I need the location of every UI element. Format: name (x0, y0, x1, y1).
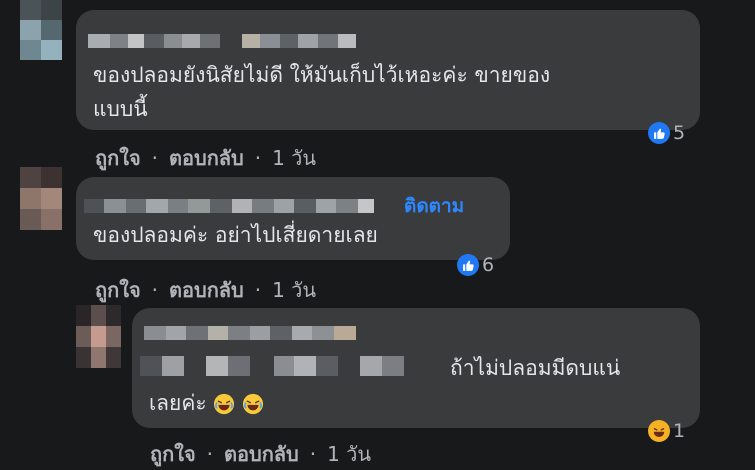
commenter-name-redacted[interactable] (144, 326, 356, 340)
commenter-avatar[interactable] (20, 0, 62, 60)
separator: · (151, 278, 159, 302)
comment-actions: ถูกใจ · ตอบกลับ · 1 วัน (150, 438, 371, 470)
comment-text: ถ้าไม่ปลอมมีดบแน่ (450, 356, 621, 380)
reaction-count: 6 (482, 254, 495, 276)
comment-text: ของปลอมค่ะ อย่าไปเสี่ยดายเลย (93, 223, 378, 247)
like-icon (457, 254, 479, 276)
reply-link[interactable]: ตอบกลับ (169, 278, 244, 302)
separator: · (206, 442, 214, 466)
comment-text: เลยค่ะ (149, 386, 264, 420)
reaction-summary[interactable]: 5 (648, 120, 685, 146)
reaction-count: 5 (673, 122, 686, 144)
timestamp[interactable]: 1 วัน (272, 146, 316, 170)
timestamp[interactable]: 1 วัน (272, 278, 316, 302)
reply-bubble: ถ้าไม่ปลอมมีดบแน่ เลยค่ะ (132, 308, 700, 428)
laughing-emoji-icon (242, 393, 264, 415)
commenter-avatar[interactable] (76, 305, 121, 368)
like-link[interactable]: ถูกใจ (95, 278, 141, 302)
like-icon (648, 122, 670, 144)
reaction-summary[interactable]: 6 (457, 252, 494, 278)
commenter-name-redacted[interactable] (88, 34, 356, 48)
haha-icon (648, 420, 670, 442)
comment-bubble: ของปลอมยังนิสัยไม่ดี ให้มันเก็บไว้เหอะค่… (76, 10, 700, 130)
separator: · (309, 442, 317, 466)
follow-link[interactable]: ติดตาม (404, 194, 464, 218)
like-link[interactable]: ถูกใจ (95, 146, 141, 170)
comment-bubble: ติดตาม ของปลอมค่ะ อย่าไปเสี่ยดายเลย (76, 177, 510, 260)
laughing-emoji-icon (214, 393, 235, 415)
commenter-name-redacted[interactable] (84, 199, 374, 213)
timestamp[interactable]: 1 วัน (327, 442, 371, 466)
commenter-name-redacted[interactable] (140, 356, 404, 376)
comment-actions: ถูกใจ · ตอบกลับ · 1 วัน (95, 274, 316, 306)
comment-text: ของปลอมยังนิสัยไม่ดี ให้มันเก็บไว้เหอะค่… (93, 63, 551, 121)
reply-link[interactable]: ตอบกลับ (169, 146, 244, 170)
separator: · (254, 278, 262, 302)
reaction-summary[interactable]: 1 (648, 418, 685, 444)
reply-link[interactable]: ตอบกลับ (224, 442, 299, 466)
like-link[interactable]: ถูกใจ (150, 442, 196, 466)
separator: · (254, 146, 262, 170)
reaction-count: 1 (673, 420, 686, 442)
separator: · (151, 146, 159, 170)
commenter-avatar[interactable] (20, 167, 62, 230)
comment-actions: ถูกใจ · ตอบกลับ · 1 วัน (95, 142, 316, 174)
